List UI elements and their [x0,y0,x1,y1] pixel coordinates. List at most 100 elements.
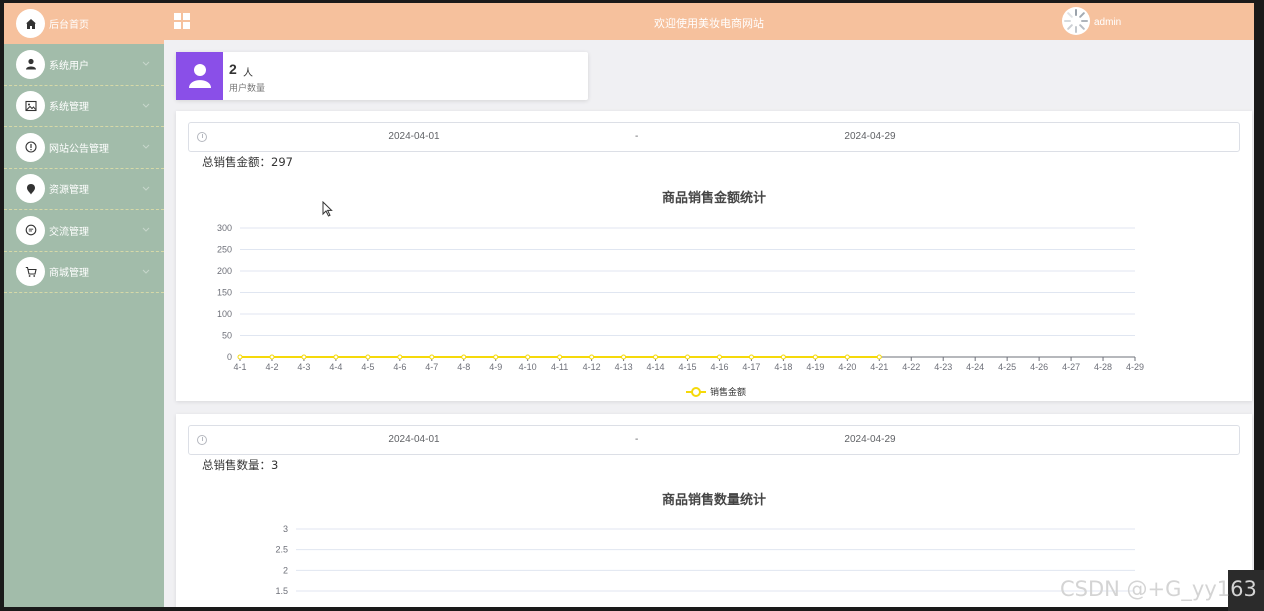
x-tick-label: 4-11 [551,362,568,372]
x-tick-label: 4-12 [583,362,601,372]
data-point [653,354,659,360]
username-label[interactable]: admin [1094,17,1121,28]
sidebar-item-home[interactable]: 后台首页 [4,3,164,44]
data-point [685,354,690,360]
data-point [716,354,722,360]
x-tick-label: 4-10 [519,362,537,372]
sidebar: 后台首页 系统用户 系统管理 网站公告管理 资源管理 交流管理 商城管理 [4,3,164,607]
y-tick-label: 0 [227,352,232,362]
sidebar-item-system-users[interactable]: 系统用户 [4,44,164,86]
data-point [397,354,403,360]
watermark: CSDN @+G_yy163 [1060,577,1257,601]
data-point [301,354,307,360]
x-tick-label: 4-8 [457,362,470,372]
sidebar-item-mall[interactable]: 商城管理 [4,252,164,293]
user-count-value: 2 [229,61,237,77]
x-tick-label: 4-16 [710,362,728,372]
x-tick-label: 4-23 [934,362,952,372]
sidebar-item-label: 商城管理 [49,268,89,280]
sidebar-item-resources[interactable]: 资源管理 [4,169,164,210]
data-point [461,354,467,360]
mouse-cursor-icon [322,201,333,217]
image-icon [16,91,45,121]
data-point [621,354,627,360]
y-tick-label: 2.5 [275,545,288,555]
y-tick-label: 1.5 [275,586,288,596]
data-point [365,354,371,360]
sidebar-item-label: 网站公告管理 [49,143,109,155]
x-tick-label: 4-7 [425,362,438,372]
data-point [748,354,754,360]
x-tick-label: 4-6 [393,362,406,372]
y-tick-label: 100 [217,309,232,319]
data-point [269,354,275,360]
x-tick-label: 4-17 [742,362,760,372]
data-point [237,354,243,360]
user-count-unit: 人 [243,68,253,79]
chevron-down-icon [142,186,150,191]
y-tick-label: 200 [217,266,232,276]
chevron-down-icon [142,227,150,232]
pin-icon [16,174,45,204]
sales-amount-panel: 2024-04-01 - 2024-04-29 总销售金额：297 商品销售金额… [176,111,1252,401]
sidebar-item-label: 系统用户 [49,60,89,72]
x-tick-label: 4-4 [329,362,342,372]
home-icon [16,9,45,38]
legend-marker [691,387,701,397]
y-tick-label: 150 [217,288,232,298]
x-tick-label: 4-18 [774,362,792,372]
y-tick-label: 2 [283,565,288,575]
alert-icon [16,132,45,162]
x-tick-label: 4-9 [489,362,502,372]
cart-icon [16,257,45,287]
data-point [812,354,818,360]
data-point [525,354,531,360]
x-tick-label: 4-25 [998,362,1016,372]
sidebar-item-communication[interactable]: 交流管理 [4,210,164,252]
data-point [876,354,882,360]
data-point [589,354,595,360]
y-tick-label: 50 [222,331,232,341]
x-tick-label: 4-22 [902,362,920,372]
chevron-down-icon [142,103,150,108]
x-tick-label: 4-20 [838,362,856,372]
x-tick-label: 4-5 [361,362,374,372]
user-icon [16,49,45,79]
sidebar-item-announcements[interactable]: 网站公告管理 [4,127,164,169]
sidebar-item-label: 交流管理 [49,226,89,238]
x-tick-label: 4-14 [647,362,665,372]
x-tick-label: 4-13 [615,362,633,372]
app-frame: 后台首页 系统用户 系统管理 网站公告管理 资源管理 交流管理 商城管理 欢迎使… [4,3,1254,607]
data-point [333,354,339,360]
legend-label: 销售金额 [710,386,746,398]
y-tick-label: 3 [283,524,288,534]
chevron-down-icon [142,61,150,66]
user-count-card: 2 人 用户数量 [176,52,588,100]
data-point [429,354,435,360]
data-point [844,354,850,360]
x-tick-label: 4-19 [806,362,824,372]
y-tick-label: 300 [217,223,232,233]
user-avatar[interactable] [1062,7,1090,35]
data-point [493,354,499,360]
site-title: 欢迎使用美妆电商网站 [654,17,764,30]
x-tick-label: 4-26 [1030,362,1048,372]
top-bar: 欢迎使用美妆电商网站 admin [164,3,1254,40]
x-tick-label: 4-2 [265,362,278,372]
data-point [780,354,786,360]
chevron-down-icon [142,144,150,149]
x-tick-label: 4-3 [297,362,310,372]
x-tick-label: 4-15 [678,362,696,372]
x-tick-label: 4-24 [966,362,984,372]
x-tick-label: 4-27 [1062,362,1080,372]
y-tick-label: 250 [217,245,232,255]
x-tick-label: 4-29 [1126,362,1144,372]
chevron-down-icon [142,269,150,274]
sidebar-item-system-manage[interactable]: 系统管理 [4,86,164,127]
data-point [557,354,563,360]
sidebar-item-label: 系统管理 [49,102,89,114]
user-icon [176,52,223,100]
x-tick-label: 4-28 [1094,362,1112,372]
chat-icon [16,215,45,245]
sidebar-item-label: 后台首页 [49,20,89,31]
